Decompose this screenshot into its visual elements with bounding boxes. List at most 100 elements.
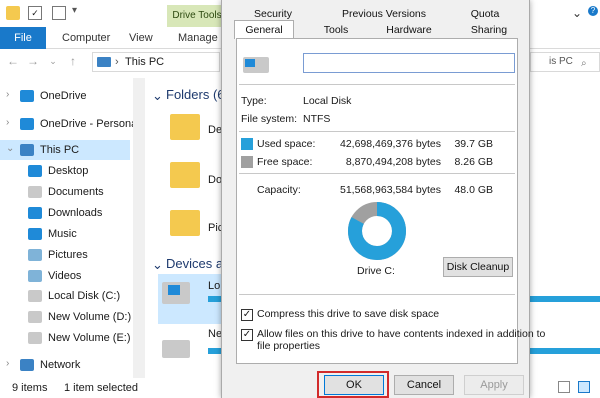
apply-button[interactable]: Apply <box>464 375 524 395</box>
capacity-gb: 48.0 GB <box>454 184 493 196</box>
tab-file[interactable]: File <box>0 27 46 49</box>
compress-checkbox[interactable]: ✓ <box>241 309 253 321</box>
pictures-folder-icon[interactable] <box>170 210 200 236</box>
drive-tools-tab[interactable]: Drive Tools <box>167 5 227 27</box>
nav-item-new-volume-d[interactable]: New Volume (D:) <box>0 309 132 325</box>
nav-item-network[interactable]: Network <box>0 357 130 373</box>
collapse-ribbon-icon[interactable]: ⌄ <box>572 6 582 20</box>
nav-item-label: This PC <box>40 144 80 156</box>
nav-item-new-volume-e[interactable]: New Volume (E:) <box>0 330 131 346</box>
free-space-label: Free space: <box>257 156 313 168</box>
nav-item-label: OneDrive - Personal <box>40 118 140 130</box>
nav-item-onedrive-personal[interactable]: OneDrive - Personal <box>0 116 140 132</box>
devices-section-chevron[interactable]: ⌄ <box>152 257 163 273</box>
nav-item-documents[interactable]: Documents <box>0 184 130 200</box>
divider <box>239 131 515 132</box>
file-system-value: NTFS <box>303 113 331 125</box>
nav-item-downloads[interactable]: Downloads <box>0 205 130 221</box>
free-space-swatch <box>241 156 253 168</box>
folders-section-heading[interactable]: Folders (6 <box>166 87 225 102</box>
folder-label-desktop[interactable]: De <box>208 124 222 136</box>
new-folder-icon[interactable] <box>52 6 66 20</box>
tab-hardware[interactable]: Hardware <box>382 21 436 39</box>
tab-view[interactable]: View <box>129 27 153 49</box>
downloads-folder-icon[interactable] <box>170 162 200 188</box>
expand-chevron-icon[interactable]: ⌄ <box>6 143 14 154</box>
videos-icon <box>28 270 42 282</box>
desktop-folder-icon[interactable] <box>170 114 200 140</box>
nav-item-desktop[interactable]: Desktop <box>0 163 130 179</box>
desktop-icon <box>28 165 42 177</box>
up-arrow-icon[interactable]: ↑ <box>66 54 80 68</box>
help-icon[interactable]: ? <box>588 6 598 16</box>
windows-logo-icon <box>168 285 180 295</box>
recent-dropdown-icon[interactable]: ⌄ <box>46 54 60 68</box>
details-view-icon[interactable] <box>558 381 570 393</box>
nav-scrollbar[interactable] <box>133 78 145 378</box>
back-arrow-icon[interactable]: ← <box>6 54 20 68</box>
index-label-continued[interactable]: file properties <box>257 340 320 352</box>
free-space-bytes: 8,870,494,208 bytes <box>345 156 441 168</box>
free-space-gb: 8.26 GB <box>454 156 493 168</box>
nav-item-label: Videos <box>48 270 82 282</box>
search-placeholder: is PC <box>549 56 573 67</box>
tab-sharing[interactable]: Sharing <box>466 21 512 39</box>
divider <box>239 173 515 174</box>
status-selected: 1 item selected <box>64 382 138 394</box>
tab-tools[interactable]: Tools <box>316 21 356 39</box>
network-icon <box>20 359 34 371</box>
expand-chevron-icon[interactable]: › <box>6 117 9 128</box>
nav-item-label: Downloads <box>48 207 103 219</box>
compress-label[interactable]: Compress this drive to save disk space <box>257 308 439 320</box>
ok-button[interactable]: OK <box>324 375 384 395</box>
customize-toolbar-icon[interactable]: ▾ <box>72 5 77 16</box>
nav-item-label: Documents <box>48 186 104 198</box>
new-volume-drive-icon[interactable] <box>162 340 190 358</box>
capacity-label: Capacity: <box>257 184 301 196</box>
local-disk-drive-icon <box>162 282 190 304</box>
drive-icon <box>28 332 42 344</box>
disk-cleanup-button[interactable]: Disk Cleanup <box>443 257 513 277</box>
type-label: Type: <box>241 95 267 107</box>
nav-item-music[interactable]: Music <box>0 226 130 242</box>
status-item-count: 9 items <box>12 382 48 394</box>
onedrive-icon <box>20 118 34 130</box>
nav-item-label: Local Disk (C:) <box>48 290 121 302</box>
address-bar[interactable]: › This PC <box>92 52 220 72</box>
index-label[interactable]: Allow files on this drive to have conten… <box>257 328 545 340</box>
devices-section-heading[interactable]: Devices a <box>166 256 223 271</box>
nav-item-local-disk-c[interactable]: Local Disk (C:) <box>0 288 130 304</box>
cancel-button[interactable]: Cancel <box>394 375 454 395</box>
nav-item-videos[interactable]: Videos <box>0 268 130 284</box>
nav-item-label: Desktop <box>48 165 89 177</box>
tab-computer[interactable]: Computer <box>62 27 110 49</box>
breadcrumb-this-pc[interactable]: This PC <box>125 56 164 68</box>
nav-item-onedrive[interactable]: OneDrive <box>0 88 130 104</box>
search-input[interactable]: is PC ⌕ <box>530 52 600 72</box>
pictures-icon <box>28 249 42 261</box>
general-tab-panel: Type: Local Disk File system: NTFS Used … <box>236 38 545 364</box>
drive-name-input[interactable] <box>303 53 515 73</box>
tab-manage[interactable]: Manage <box>178 27 218 49</box>
folders-section-chevron[interactable]: ⌄ <box>152 88 163 104</box>
large-icons-view-icon[interactable] <box>578 381 590 393</box>
tab-general[interactable]: General <box>234 20 294 39</box>
nav-item-pictures[interactable]: Pictures <box>0 247 130 263</box>
disk-usage-donut <box>348 202 406 260</box>
properties-icon[interactable]: ✓ <box>28 6 42 20</box>
drive-icon <box>28 290 42 302</box>
index-checkbox[interactable]: ✓ <box>241 329 253 341</box>
expand-chevron-icon[interactable]: › <box>6 89 9 100</box>
content-pane: ⌄ Folders (6 De Do Pic ⌄ Devices a Lo Ne <box>146 78 226 378</box>
drive-properties-dialog: Security Previous Versions Quota General… <box>221 0 545 398</box>
expand-chevron-icon[interactable]: › <box>6 358 9 369</box>
folder-label-downloads[interactable]: Do <box>208 174 222 186</box>
checkmark-icon: ✓ <box>242 329 252 340</box>
forward-arrow-icon[interactable]: → <box>26 54 40 68</box>
drive-icon <box>28 311 42 323</box>
music-icon <box>28 228 42 240</box>
nav-item-label: New Volume (D:) <box>48 311 132 323</box>
nav-item-this-pc[interactable]: This PC <box>0 142 130 158</box>
nav-item-label: Pictures <box>48 249 88 261</box>
device-label-new-volume[interactable]: Ne <box>208 328 222 340</box>
